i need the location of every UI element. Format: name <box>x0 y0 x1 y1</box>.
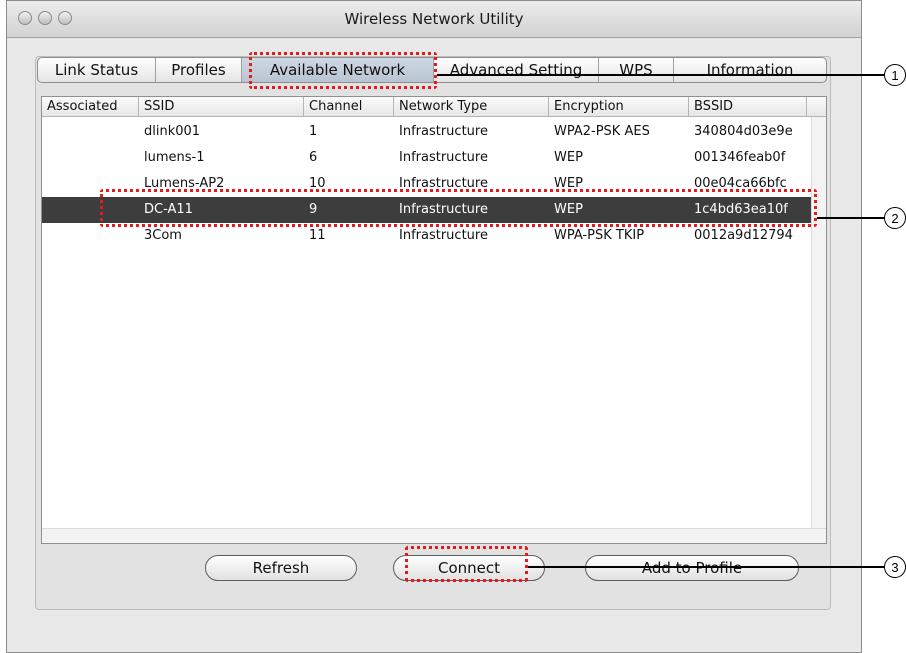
table-header: Associated SSID Channel Network Type Enc… <box>42 97 826 117</box>
table-row[interactable]: dlink001 1 Infrastructure WPA2-PSK AES 3… <box>42 119 826 145</box>
refresh-button[interactable]: Refresh <box>205 555 357 581</box>
add-to-profile-button[interactable]: Add to Profile <box>585 555 799 581</box>
cell-encryption: WEP <box>554 150 583 165</box>
column-header-associated[interactable]: Associated <box>42 97 139 116</box>
cell-ssid: dlink001 <box>144 124 201 139</box>
cell-channel: 1 <box>309 124 318 139</box>
title-bar[interactable]: Wireless Network Utility <box>7 1 861 38</box>
table-row[interactable]: lumens-1 6 Infrastructure WEP 001346feab… <box>42 145 826 171</box>
tab-link-status[interactable]: Link Status <box>38 58 156 82</box>
column-header-ssid[interactable]: SSID <box>139 97 304 116</box>
tab-information[interactable]: Information <box>674 58 826 82</box>
column-header-bssid[interactable]: BSSID <box>689 97 807 116</box>
cell-associated <box>42 145 139 171</box>
cell-associated <box>42 119 139 145</box>
column-header-channel[interactable]: Channel <box>304 97 394 116</box>
tab-profiles[interactable]: Profiles <box>156 58 242 82</box>
cell-encryption: WPA2-PSK AES <box>554 124 650 139</box>
cell-ssid: lumens-1 <box>144 150 205 165</box>
cell-channel: 6 <box>309 150 318 165</box>
window-title: Wireless Network Utility <box>344 10 524 28</box>
vertical-scrollbar[interactable] <box>811 117 826 528</box>
callout-highlight-row <box>100 189 817 227</box>
tab-advanced-setting[interactable]: Advanced Setting <box>434 58 599 82</box>
column-header-encryption[interactable]: Encryption <box>549 97 689 116</box>
network-list-table: Associated SSID Channel Network Type Enc… <box>41 96 827 544</box>
callout-number-1: 1 <box>884 64 906 86</box>
cell-bssid: 340804d03e9e <box>694 124 793 139</box>
callout-number-2: 2 <box>884 207 906 229</box>
callout-highlight-button <box>405 546 528 582</box>
callout-leader-line <box>528 566 886 568</box>
cell-network-type: Infrastructure <box>399 124 488 139</box>
cell-network-type: Infrastructure <box>399 150 488 165</box>
callout-number-3: 3 <box>884 556 906 578</box>
callout-highlight-tab <box>249 52 437 89</box>
cell-bssid: 001346feab0f <box>694 150 786 165</box>
horizontal-scrollbar[interactable] <box>42 528 826 543</box>
callout-leader-line <box>817 217 886 219</box>
column-header-network-type[interactable]: Network Type <box>394 97 549 116</box>
tab-wps[interactable]: WPS <box>599 58 674 82</box>
callout-leader-line <box>437 74 886 76</box>
